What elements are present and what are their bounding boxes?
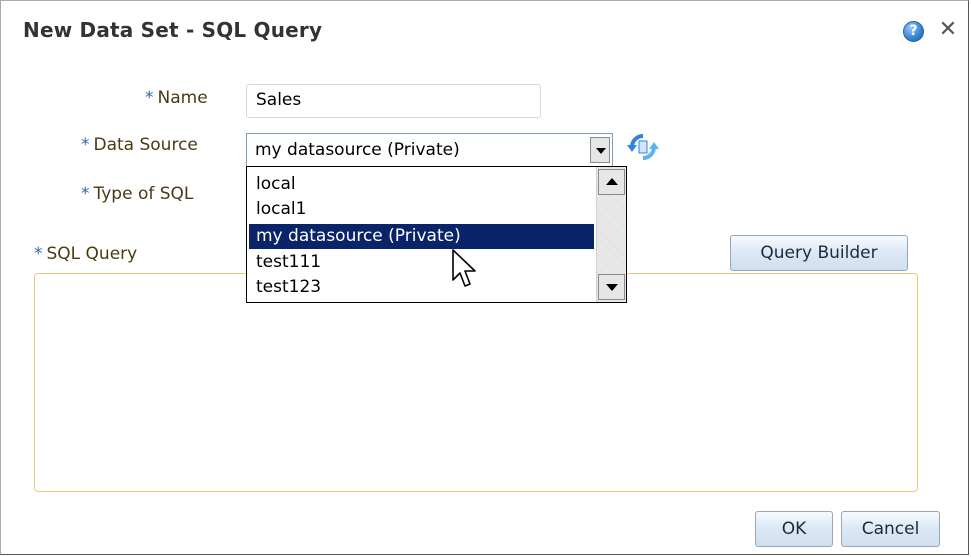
query-builder-button[interactable]: Query Builder [730, 235, 908, 271]
type-of-sql-label: * Type of SQL [81, 184, 193, 204]
required-marker: * [34, 244, 43, 264]
dialog-title: New Data Set - SQL Query [23, 18, 323, 42]
name-label: * Name [145, 88, 208, 108]
data-source-label-text: Data Source [93, 135, 198, 155]
scroll-down-icon[interactable] [598, 274, 625, 300]
sql-query-label-text: SQL Query [46, 244, 138, 264]
data-source-label: * Data Source [81, 135, 198, 155]
name-label-text: Name [157, 88, 208, 108]
list-item[interactable]: local [249, 172, 594, 197]
data-source-select[interactable]: my datasource (Private) [246, 133, 613, 167]
help-icon[interactable]: ? [903, 21, 924, 42]
list-item[interactable]: local1 [249, 197, 594, 222]
sql-query-label: * SQL Query [34, 244, 137, 264]
required-marker: * [81, 184, 90, 204]
list-item-selected[interactable]: my datasource (Private) [249, 224, 594, 249]
required-marker: * [145, 88, 154, 108]
required-marker: * [81, 135, 90, 155]
close-icon[interactable]: ✕ [937, 18, 959, 42]
list-item[interactable]: test111 [249, 250, 594, 275]
refresh-icon[interactable] [625, 132, 661, 162]
mouse-pointer-icon [452, 249, 476, 287]
ok-button[interactable]: OK [755, 511, 833, 547]
scroll-up-icon[interactable] [598, 169, 625, 195]
list-item[interactable]: test123 [249, 275, 594, 300]
type-of-sql-label-text: Type of SQL [93, 184, 194, 204]
dialog-titlebar: New Data Set - SQL Query ? ✕ [1, 1, 968, 63]
name-field[interactable]: Sales [246, 84, 541, 118]
list-scrollbar[interactable] [596, 167, 626, 302]
new-data-set-dialog: New Data Set - SQL Query ? ✕ * Name Sales… [0, 0, 969, 555]
data-source-selected-value: my datasource (Private) [255, 140, 460, 160]
cancel-button[interactable]: Cancel [841, 511, 940, 547]
data-source-options-list[interactable]: local local1 my datasource (Private) tes… [246, 166, 627, 303]
sql-query-textarea[interactable] [34, 273, 918, 492]
chevron-down-icon[interactable] [590, 137, 610, 163]
